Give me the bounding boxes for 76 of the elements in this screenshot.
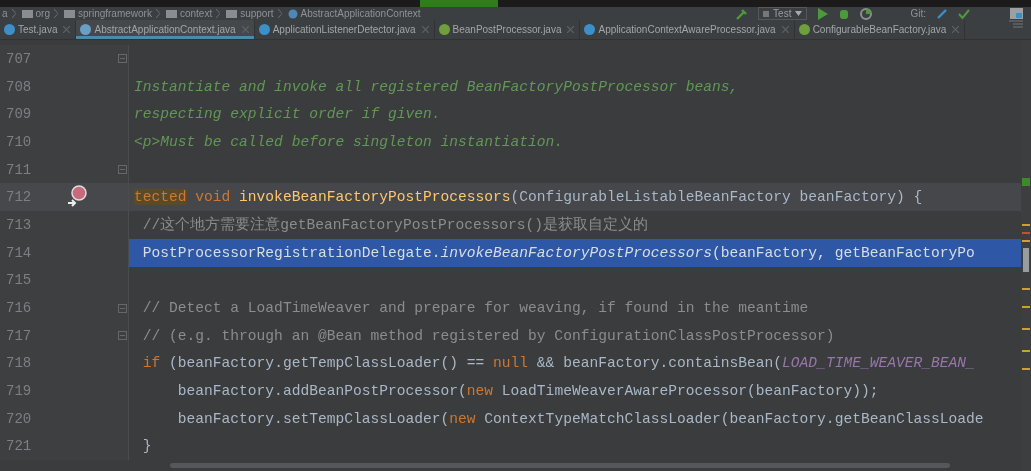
file-type-icon — [258, 24, 270, 35]
line-number: 708 — [5, 78, 33, 95]
line-number: 712 — [5, 189, 33, 206]
line-number: 710 — [5, 133, 33, 150]
code-line: <p>Must be called before singleton instantiation. — [134, 133, 564, 150]
line-number: 707 — [5, 50, 33, 67]
coverage-icon[interactable] — [860, 7, 873, 20]
line-number: 716 — [5, 300, 33, 317]
update-icon[interactable] — [936, 7, 948, 20]
code-line: beanFactory.addBeanPostProcessor(new LoadTimeWeaverAwareProcessor(beanFactory)); — [176, 383, 879, 400]
folder-icon — [64, 9, 75, 18]
code-line: if (beanFactory.getTempClassLoader() == null && beanFactory.containsBean(LOAD_TIME_WEAVER_BEAN_ — [141, 355, 975, 372]
close-icon[interactable] — [781, 26, 789, 33]
breadcrumb-item[interactable]: AbstractApplicationContext — [300, 8, 421, 19]
fold-icon[interactable] — [117, 303, 127, 313]
close-icon[interactable] — [952, 26, 960, 33]
editor-tab[interactable]: ApplicationListenerDetector.java — [254, 20, 435, 39]
breadcrumb-item[interactable]: springframework — [78, 8, 152, 19]
folder-icon — [165, 9, 177, 18]
file-type-icon — [80, 24, 92, 35]
tab-list-icon[interactable] — [1009, 20, 1023, 28]
window-icon[interactable] — [1010, 8, 1023, 19]
commit-icon[interactable] — [958, 7, 970, 20]
scrollbar-thumb[interactable] — [170, 463, 950, 469]
code-line: } — [141, 438, 152, 455]
line-number: 713 — [5, 216, 33, 233]
code-line: Instantiate and invoke all registered BeanFactoryPostProcessor beans, — [134, 78, 739, 95]
editor-tab[interactable]: BeanPostProcessor.java — [434, 20, 581, 39]
close-icon[interactable] — [241, 26, 249, 33]
chevron-icon — [155, 9, 160, 18]
code-line: tected void invokeBeanFactoryPostProcessors(ConfigurableListableBeanFactory beanFactory) { — [134, 189, 923, 206]
breadcrumb-item[interactable]: org — [35, 8, 50, 19]
file-type-icon — [584, 24, 596, 35]
fold-icon[interactable] — [117, 331, 127, 341]
code-line: PostProcessorRegistrationDelegate.invokeBeanFactoryPostProcessors(beanFactory, getBeanFactoryPo — [141, 244, 975, 261]
line-number: 715 — [5, 272, 33, 289]
close-icon[interactable] — [63, 26, 71, 33]
class-icon — [287, 8, 298, 19]
hammer-icon[interactable] — [736, 7, 749, 20]
editor-tab[interactable]: ConfigurableBeanFactory.java — [794, 20, 966, 39]
code-line: //这个地方需要注意getBeanFactoryPostProcessors()是获取自定义的 — [141, 215, 648, 235]
line-number: 717 — [5, 327, 33, 344]
code-line: // (e.g. through an @Bean method registered by ConfigurationClassPostProcessor) — [141, 327, 835, 344]
close-icon[interactable] — [567, 26, 575, 33]
file-type-icon — [798, 24, 810, 35]
folder-icon — [226, 9, 238, 18]
chevron-icon — [277, 9, 282, 18]
chevron-icon — [216, 9, 221, 18]
file-type-icon — [438, 24, 450, 35]
debug-icon[interactable] — [838, 7, 851, 20]
line-number: 719 — [5, 383, 33, 400]
fold-icon[interactable] — [117, 165, 127, 175]
code-line: respecting explicit order if given. — [134, 106, 441, 123]
code-line: // Detect a LoadTimeWeaver and prepare for weaving, if found in the meantime — [141, 300, 809, 317]
caret-icon — [795, 11, 803, 16]
vcs-label: Git: — [910, 8, 926, 19]
line-number: 711 — [5, 161, 33, 178]
line-number: 720 — [5, 410, 33, 427]
breadcrumb-item[interactable]: a — [2, 8, 8, 19]
close-icon[interactable] — [421, 26, 429, 33]
line-number: 714 — [5, 244, 33, 261]
editor-tab[interactable]: ApplicationContextAwareProcessor.java — [580, 20, 795, 39]
run-icon[interactable] — [817, 7, 829, 20]
line-number: 709 — [5, 106, 33, 123]
breadcrumb-item[interactable]: support — [240, 8, 274, 19]
run-config-dropdown[interactable]: Test — [758, 7, 808, 20]
breadcrumb-item[interactable]: context — [179, 8, 213, 19]
chevron-icon — [54, 9, 58, 18]
chevron-icon — [11, 9, 16, 18]
code-line: beanFactory.setTempClassLoader(new ContextTypeMatchClassLoader(beanFactory.getBeanClassLoade — [176, 410, 984, 427]
folder-icon — [21, 9, 33, 18]
line-number: 721 — [5, 438, 33, 455]
editor-tab[interactable]: AbstractApplicationContext.java — [76, 20, 255, 39]
file-type-icon — [4, 24, 15, 35]
fold-icon[interactable] — [117, 54, 127, 64]
line-number: 718 — [5, 355, 33, 372]
